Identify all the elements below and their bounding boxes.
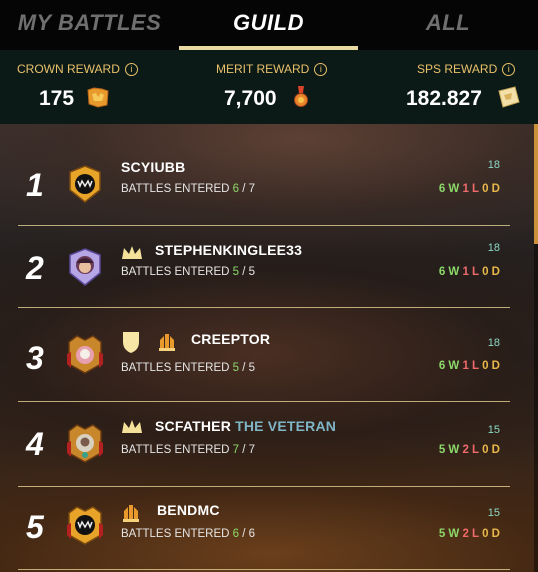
- player-score: 18: [487, 242, 500, 254]
- guild-emblem-avatar: [67, 424, 103, 463]
- player-rank: 2: [26, 250, 44, 286]
- player-name: SCYIUBB: [121, 159, 186, 175]
- battles-entered: BATTLES ENTERED 5 / 5: [121, 362, 256, 374]
- crown-icon: [122, 246, 142, 259]
- player-row[interactable]: 4 SCFATHER THE VETERAN BATTLES ENTERED 7…: [18, 404, 510, 486]
- player-row[interactable]: 3 CREEPTOR BATTLES ENTERED 5 / 5 18 6 W …: [18, 312, 510, 402]
- win-loss-draw: 6 W 1 L 0 D: [438, 360, 500, 372]
- row-divider: [18, 307, 510, 308]
- guild-emblem-avatar: [69, 248, 101, 286]
- crown-reward-icon: [87, 87, 109, 108]
- player-rank: 5: [26, 509, 44, 545]
- player-rank: 1: [26, 167, 44, 203]
- crown-icon: [122, 420, 142, 433]
- player-score: 15: [487, 424, 500, 436]
- player-score: 18: [487, 337, 500, 349]
- crown-reward-label: CROWN REWARD: [17, 62, 120, 76]
- tab-guild[interactable]: GUILD: [179, 0, 358, 50]
- scrollbar[interactable]: [534, 124, 538, 572]
- crown-reward: CROWN REWARD i 175: [0, 50, 179, 124]
- player-name: SCFATHER THE VETERAN: [155, 418, 337, 434]
- sps-token-icon: [498, 86, 520, 108]
- battles-entered: BATTLES ENTERED 6 / 6: [121, 528, 256, 540]
- scrollbar-thumb[interactable]: [534, 124, 538, 244]
- guild-leaderboard: 1 SCYIUBB BATTLES ENTERED 6 / 7 18 6 W 1…: [0, 124, 538, 572]
- crown-reward-value: 175: [39, 87, 75, 110]
- battles-entered: BATTLES ENTERED 6 / 7: [121, 183, 256, 195]
- tab-all[interactable]: ALL: [358, 0, 538, 50]
- guild-rank-icon: [123, 505, 139, 522]
- win-loss-draw: 5 W 2 L 0 D: [438, 444, 500, 456]
- player-score: 15: [487, 507, 500, 519]
- player-title: THE VETERAN: [235, 418, 337, 434]
- player-name: CREEPTOR: [191, 331, 271, 347]
- player-rank: 4: [26, 426, 44, 462]
- player-row[interactable]: 1 SCYIUBB BATTLES ENTERED 6 / 7 18 6 W 1…: [18, 143, 510, 225]
- row-divider: [18, 401, 510, 402]
- rewards-bar: CROWN REWARD i 175 MERIT REWARD i 7,700 SP…: [0, 50, 538, 124]
- guild-emblem-avatar: [67, 335, 103, 374]
- merit-reward: MERIT REWARD i 7,700: [179, 50, 358, 124]
- merit-medal-icon: [294, 86, 308, 107]
- player-rank: 3: [26, 340, 44, 376]
- player-name: BENDMC: [157, 502, 220, 518]
- player-name: STEPHENKINGLEE33: [155, 242, 303, 258]
- win-loss-draw: 6 W 1 L 0 D: [438, 183, 500, 195]
- player-score: 18: [487, 159, 500, 171]
- battles-entered: BATTLES ENTERED 7 / 7: [121, 444, 256, 456]
- merit-reward-value: 7,700: [224, 87, 277, 110]
- guild-emblem-avatar: [67, 506, 103, 545]
- sps-reward-label: SPS REWARD: [417, 62, 498, 76]
- player-row[interactable]: 2 STEPHENKINGLEE33 BATTLES ENTERED 5 / 5…: [18, 226, 510, 308]
- info-icon[interactable]: i: [124, 63, 138, 76]
- battles-entered: BATTLES ENTERED 5 / 5: [121, 266, 256, 278]
- tab-bar: MY BATTLES GUILD ALL: [0, 0, 538, 50]
- info-icon[interactable]: i: [502, 63, 516, 76]
- win-loss-draw: 5 W 2 L 0 D: [438, 528, 500, 540]
- guild-rank-icon: [159, 334, 175, 351]
- tab-my-battles[interactable]: MY BATTLES: [0, 0, 179, 50]
- win-loss-draw: 6 W 1 L 0 D: [438, 266, 500, 278]
- player-row[interactable]: 5 BENDMC BATTLES ENTERED 6 / 6 15 5 W 2 …: [18, 487, 510, 569]
- guild-emblem-avatar: [69, 165, 101, 203]
- sps-reward-value: 182.827: [406, 87, 482, 110]
- merit-reward-label: MERIT REWARD: [216, 62, 310, 76]
- shield-icon: [123, 332, 139, 353]
- row-divider: [18, 569, 510, 570]
- sps-reward: SPS REWARD i 182.827: [358, 50, 538, 124]
- info-icon[interactable]: i: [314, 63, 328, 76]
